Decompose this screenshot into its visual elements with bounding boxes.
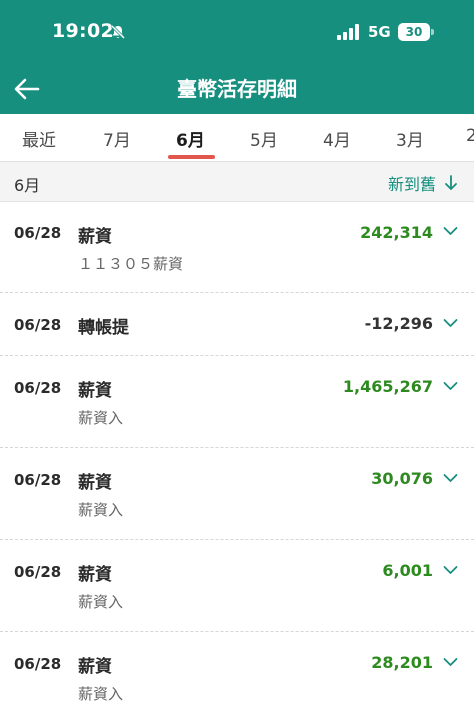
transaction-memo: １１３０５薪資 (78, 255, 184, 273)
battery-icon: 30 (398, 23, 434, 41)
tab-june[interactable]: 6月 (176, 126, 205, 151)
transaction-name: 薪資 (78, 381, 112, 401)
chevron-down-icon[interactable] (443, 381, 458, 391)
chevron-down-icon[interactable] (443, 657, 458, 667)
transaction-row[interactable]: 06/28 薪資 薪資入 1,465,267 (0, 356, 474, 448)
month-tabs: 最近 7月 6月 5月 4月 3月 2 (0, 114, 474, 162)
transaction-row[interactable]: 06/28 薪資 薪資入 6,001 (0, 540, 474, 632)
transaction-memo: 薪資入 (78, 685, 124, 703)
transaction-row[interactable]: 06/28 薪資 薪資入 30,076 (0, 448, 474, 540)
sort-toggle[interactable]: 新到舊 (388, 171, 458, 195)
transaction-name: 轉帳提 (78, 318, 129, 338)
transaction-name: 薪資 (78, 473, 112, 493)
status-time: 19:02 (52, 20, 114, 42)
transaction-amount: 30,076 (371, 469, 433, 488)
chevron-down-icon[interactable] (443, 565, 458, 575)
transaction-date: 06/28 (14, 655, 62, 673)
transaction-amount: -12,296 (364, 314, 433, 333)
page-title: 臺幣活存明細 (177, 77, 297, 101)
transaction-name: 薪資 (78, 657, 112, 677)
transaction-amount: 6,001 (382, 561, 433, 580)
transaction-row[interactable]: 06/28 轉帳提 -12,296 (0, 293, 474, 356)
active-tab-indicator (168, 155, 215, 159)
transaction-date: 06/28 (14, 563, 62, 581)
tab-february[interactable]: 2 (466, 126, 474, 146)
tab-recent[interactable]: 最近 (22, 126, 56, 151)
chevron-down-icon[interactable] (443, 473, 458, 483)
transaction-amount: 1,465,267 (342, 377, 433, 396)
tab-march[interactable]: 3月 (396, 126, 424, 151)
transaction-memo: 薪資入 (78, 593, 124, 611)
section-month-label: 6月 (14, 176, 41, 195)
month-section-header: 6月 新到舊 (0, 162, 474, 202)
transaction-amount: 242,314 (360, 223, 433, 242)
signal-bars-icon (337, 24, 359, 40)
transaction-date: 06/28 (14, 379, 62, 397)
transaction-amount: 28,201 (371, 653, 433, 672)
tab-may[interactable]: 5月 (250, 126, 278, 151)
transaction-row[interactable]: 06/28 薪資 薪資入 28,201 (0, 632, 474, 717)
transaction-date: 06/28 (14, 316, 62, 334)
transaction-date: 06/28 (14, 224, 62, 242)
app-header: 19:02 5G 30 臺幣活存明細 (0, 0, 474, 114)
arrow-down-icon (445, 175, 457, 190)
transaction-memo: 薪資入 (78, 409, 124, 427)
transaction-row[interactable]: 06/28 薪資 １１３０５薪資 242,314 (0, 202, 474, 293)
tab-april[interactable]: 4月 (323, 126, 351, 151)
transaction-name: 薪資 (78, 565, 112, 585)
bell-slash-icon (110, 24, 126, 40)
status-bar: 19:02 5G 30 (0, 0, 474, 62)
chevron-down-icon[interactable] (443, 318, 458, 328)
tab-july[interactable]: 7月 (103, 126, 131, 151)
transaction-memo: 薪資入 (78, 501, 124, 519)
chevron-down-icon[interactable] (443, 226, 458, 236)
sort-label: 新到舊 (387, 175, 436, 194)
network-type: 5G (368, 23, 391, 41)
battery-level: 30 (398, 23, 430, 41)
transaction-date: 06/28 (14, 471, 62, 489)
transaction-name: 薪資 (78, 227, 112, 247)
